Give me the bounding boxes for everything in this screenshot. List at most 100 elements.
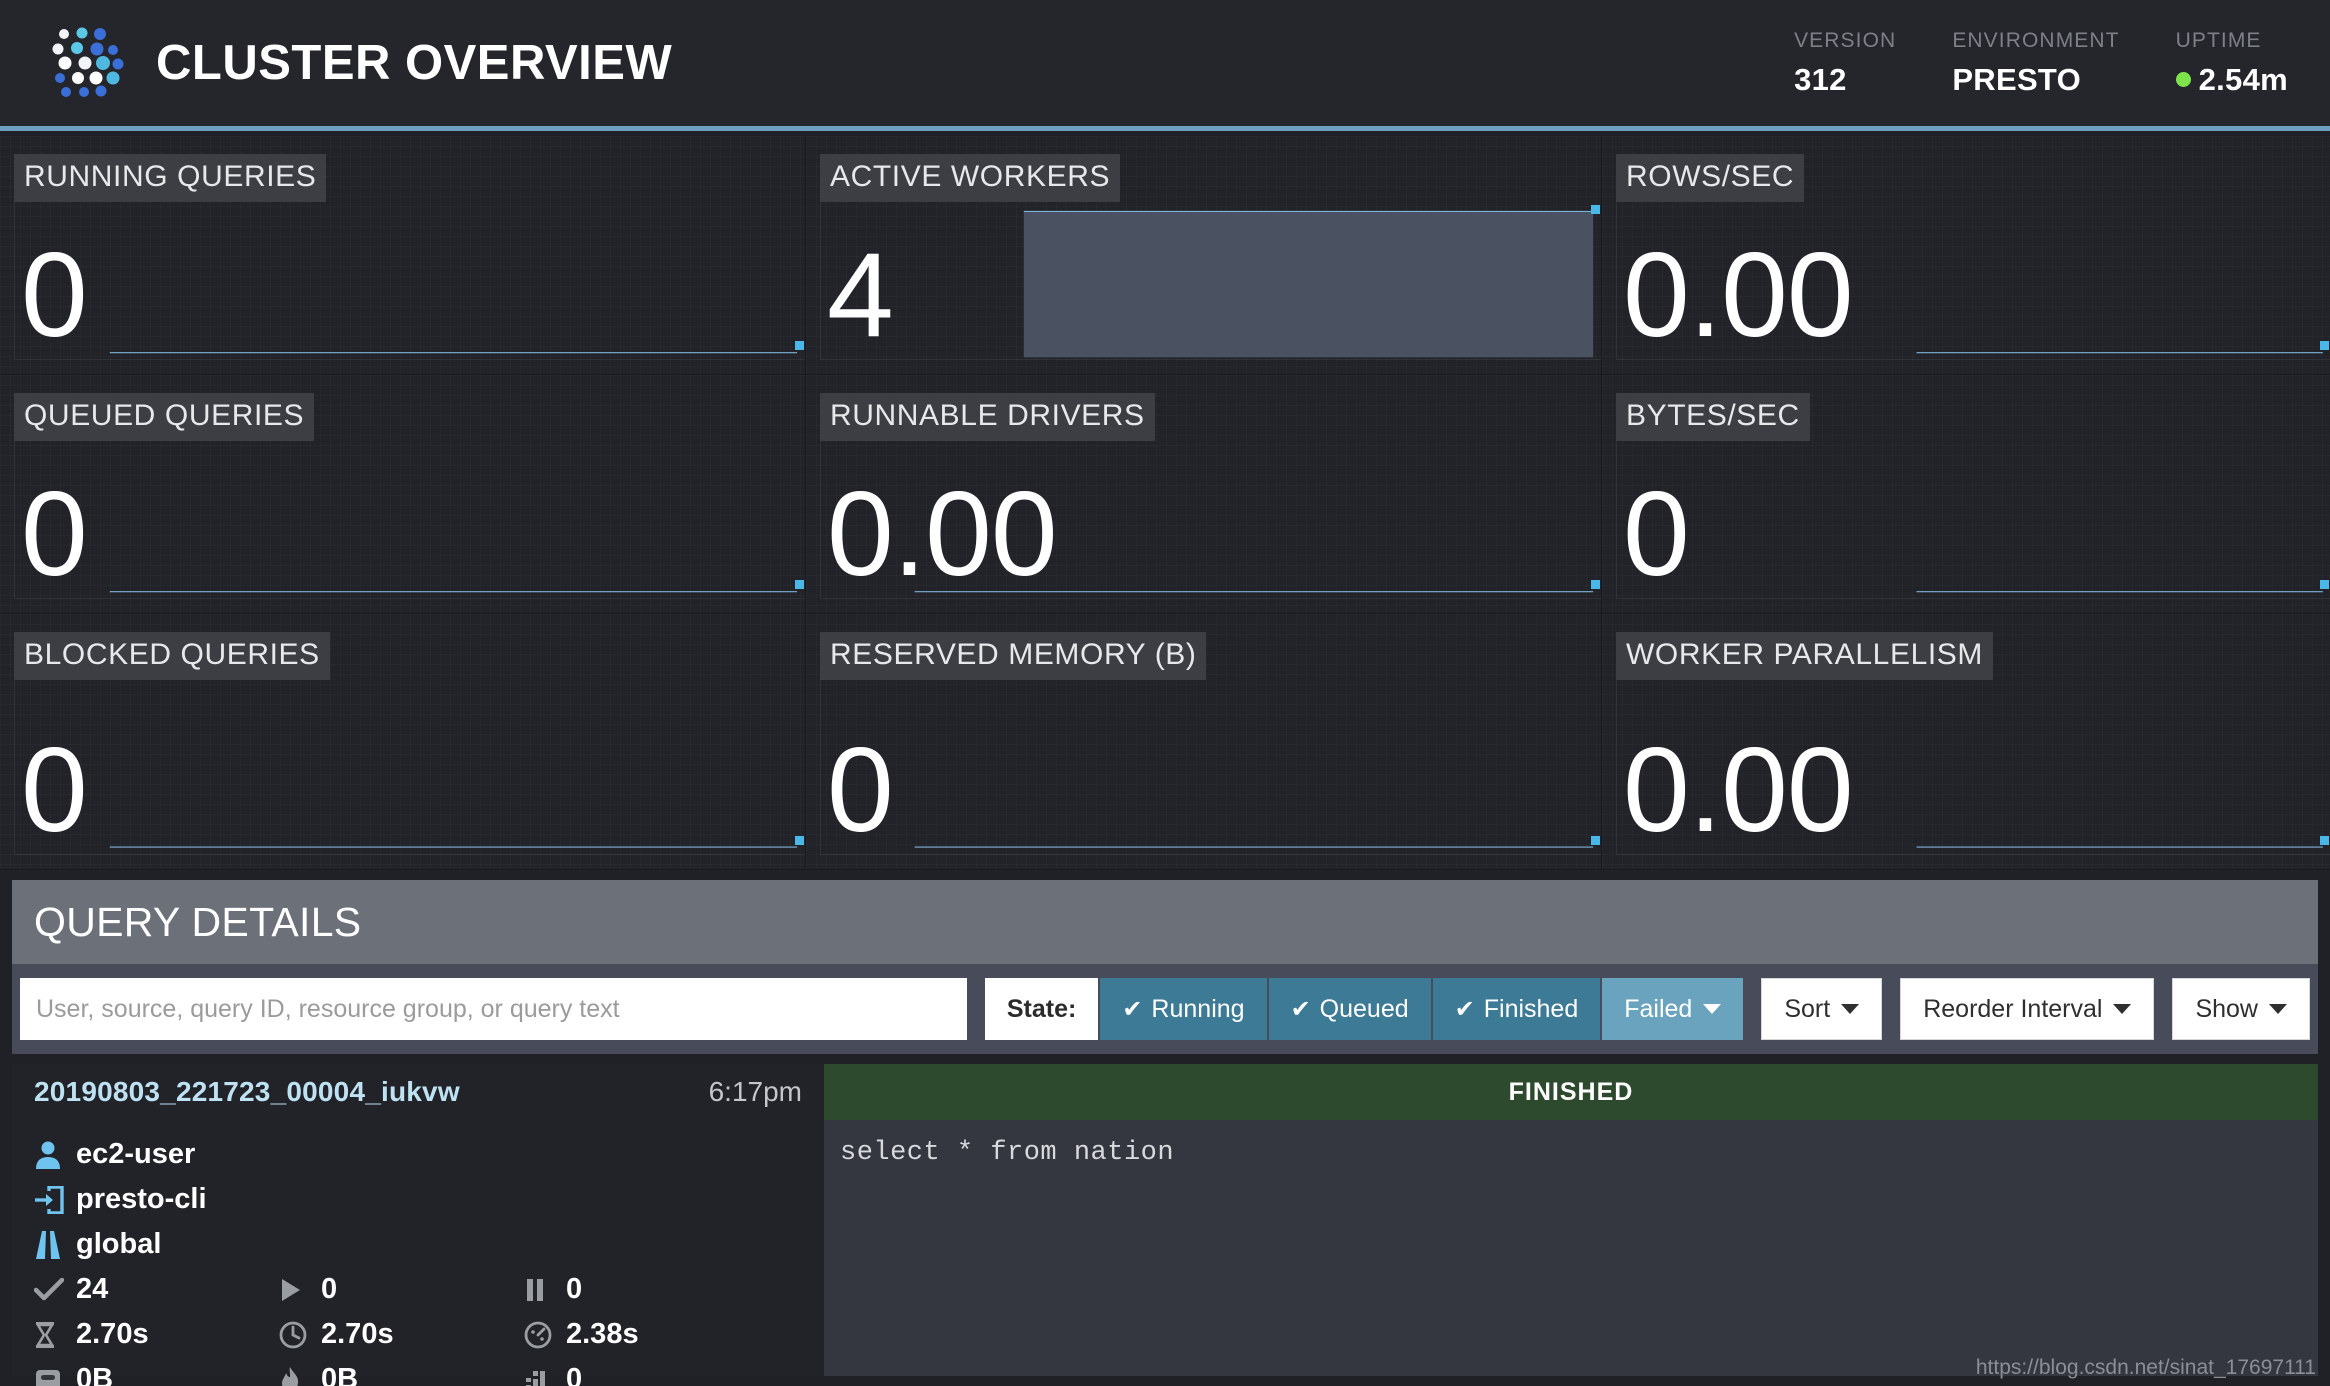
query-id-link[interactable]: 20190803_221723_00004_iukvw	[34, 1076, 460, 1108]
user-icon	[34, 1140, 76, 1170]
query-source-line: presto-cli	[34, 1177, 802, 1222]
app-header: CLUSTER OVERVIEW VERSION 312 ENVIRONMENT…	[0, 0, 2330, 131]
meta-uptime-label: UPTIME	[2175, 28, 2262, 52]
query-user-value: ec2-user	[76, 1138, 196, 1170]
stat-value: 0	[21, 723, 88, 857]
query-stat-value: 0	[321, 1273, 338, 1305]
query-state-bar: FINISHED	[824, 1064, 2318, 1120]
stat-panel-inner: RUNNING QUERIES 0	[14, 136, 805, 360]
sort-dropdown-label: Sort	[1784, 994, 1831, 1023]
state-filter-label: State:	[984, 978, 1099, 1040]
state-filter-label-text: Running	[1151, 994, 1245, 1023]
stat-value: 0	[21, 467, 88, 601]
query-stat-memory: 0B	[34, 1363, 279, 1386]
query-stat-cumulative-memory: 0	[524, 1363, 769, 1386]
meta-version: VERSION 312	[1738, 29, 1896, 98]
flame-icon	[279, 1366, 321, 1386]
stat-panel-body: 0.00	[820, 441, 1601, 599]
cluster-stat-grid: RUNNING QUERIES 0 ACTIVE WORKERS 4 ROWS/SEC 0…	[0, 136, 2330, 870]
clock-icon	[279, 1321, 321, 1349]
check-icon	[34, 1277, 76, 1302]
sparkline-chart	[1617, 441, 2330, 598]
presto-dots-logo-icon	[42, 22, 130, 104]
watermark-text: https://blog.csdn.net/sinat_17697111	[1975, 1356, 2316, 1379]
meta-environment-value: PRESTO	[1952, 61, 2082, 97]
sparkline-chart	[15, 680, 805, 854]
query-resource-group-value: global	[76, 1228, 162, 1260]
stat-title: RUNNING QUERIES	[14, 154, 327, 202]
gauge-icon	[524, 1321, 566, 1349]
chevron-down-icon	[2113, 1004, 2132, 1014]
query-stat-total-time: 2.70s	[279, 1318, 524, 1351]
show-dropdown[interactable]: Show	[2172, 978, 2310, 1040]
state-filter-failed-button[interactable]: Failed	[1600, 978, 1744, 1040]
query-stat-value: 0	[566, 1273, 583, 1305]
query-details-title: QUERY DETAILS	[34, 898, 362, 945]
stat-panel-body: 0	[14, 441, 805, 599]
query-stat-completed-splits: 24	[34, 1273, 279, 1306]
query-stat-value: 0B	[76, 1363, 114, 1386]
stat-title: QUEUED QUERIES	[14, 393, 315, 441]
stat-panel-worker-parallelism: WORKER PARALLELISM 0.00	[1602, 614, 2330, 870]
query-info-block: ec2-user presto-cli global 24 0 0 2.70s …	[12, 1120, 824, 1386]
query-details-header: QUERY DETAILS	[12, 880, 2318, 964]
query-details-section: QUERY DETAILS State: ✔ Running ✔ Queued ✔ Fini…	[0, 870, 2330, 1386]
meta-environment: ENVIRONMENT PRESTO	[1896, 29, 2119, 98]
stat-value: 0.00	[1623, 228, 1854, 362]
sort-dropdown[interactable]: Sort	[1761, 978, 1883, 1040]
sparkline-endpoint-dot	[1591, 580, 1600, 589]
query-stats-row-3: 0B 0B 0	[34, 1357, 802, 1386]
query-timestamp: 6:17pm	[708, 1076, 802, 1107]
reorder-interval-dropdown[interactable]: Reorder Interval	[1900, 978, 2155, 1040]
chevron-down-icon	[2269, 1004, 2287, 1014]
meta-uptime: UPTIME 2.54m	[2120, 29, 2288, 98]
stat-panel-reserved-memory-b: RESERVED MEMORY (B) 0	[806, 614, 1602, 870]
stat-panel-bytes-sec: BYTES/SEC 0	[1602, 375, 2330, 614]
state-filter-group: State: ✔ Running ✔ Queued ✔ Finished Failed	[984, 978, 1744, 1040]
query-sql-text: select * from nation	[824, 1120, 2318, 1376]
stat-panel-active-workers: ACTIVE WORKERS 4	[806, 136, 1602, 375]
sparkline-endpoint-dot	[2320, 836, 2329, 845]
stat-title: ROWS/SEC	[1616, 154, 1805, 202]
state-filter-running-button[interactable]: ✔ Running	[1098, 978, 1267, 1040]
stat-panel-inner: RUNNABLE DRIVERS 0.00	[820, 375, 1601, 599]
stat-value: 0	[21, 228, 88, 362]
stat-panel-body: 0	[14, 202, 805, 360]
query-list-item[interactable]: 20190803_221723_00004_iukvw 6:17pm ec2-u…	[12, 1064, 2318, 1386]
search-input[interactable]	[20, 978, 967, 1040]
stat-value: 0.00	[1623, 723, 1854, 857]
stat-panel-inner: QUEUED QUERIES 0	[14, 375, 805, 599]
page-title: CLUSTER OVERVIEW	[156, 36, 673, 90]
status-badge: FINISHED	[1508, 1077, 1634, 1106]
stat-panel-inner: ACTIVE WORKERS 4	[820, 136, 1601, 360]
query-stats-row-2: 2.70s 2.70s 2.38s	[34, 1312, 802, 1357]
stat-title: RESERVED MEMORY (B)	[820, 632, 1207, 680]
query-summary-column: 20190803_221723_00004_iukvw 6:17pm ec2-u…	[12, 1064, 824, 1386]
road-icon	[34, 1230, 76, 1260]
query-stat-peak-memory: 0B	[279, 1363, 524, 1386]
stat-panel-body: 0	[820, 680, 1601, 855]
sparkline-endpoint-dot	[795, 341, 804, 350]
state-filter-finished-button[interactable]: ✔ Finished	[1430, 978, 1601, 1040]
query-source-value: presto-cli	[76, 1183, 207, 1215]
sparkline-endpoint-dot	[2320, 580, 2329, 589]
hourglass-icon	[34, 1321, 76, 1349]
query-stat-value: 24	[76, 1273, 109, 1305]
stat-panel-inner: ROWS/SEC 0.00	[1616, 136, 2330, 360]
sparkline-chart	[821, 202, 1601, 359]
stat-panel-running-queries: RUNNING QUERIES 0	[0, 136, 806, 375]
stat-panel-body: 0	[1616, 441, 2330, 599]
header-meta-group: VERSION 312 ENVIRONMENT PRESTO UPTIME 2.…	[1738, 29, 2288, 98]
state-filter-queued-button[interactable]: ✔ Queued	[1266, 978, 1431, 1040]
sparkline-endpoint-dot	[2320, 341, 2329, 350]
stat-title: WORKER PARALLELISM	[1616, 632, 1994, 680]
stat-value: 0	[827, 723, 894, 857]
query-stat-wall-time: 2.70s	[34, 1318, 279, 1351]
check-icon: ✔	[1122, 995, 1143, 1023]
stat-value: 0.00	[827, 467, 1058, 601]
play-icon	[279, 1277, 321, 1303]
stat-value: 4	[827, 228, 894, 362]
reorder-interval-dropdown-label: Reorder Interval	[1923, 994, 2103, 1023]
stat-panel-body: 0.00	[1616, 680, 2330, 855]
state-filter-label-text: Queued	[1319, 994, 1409, 1023]
